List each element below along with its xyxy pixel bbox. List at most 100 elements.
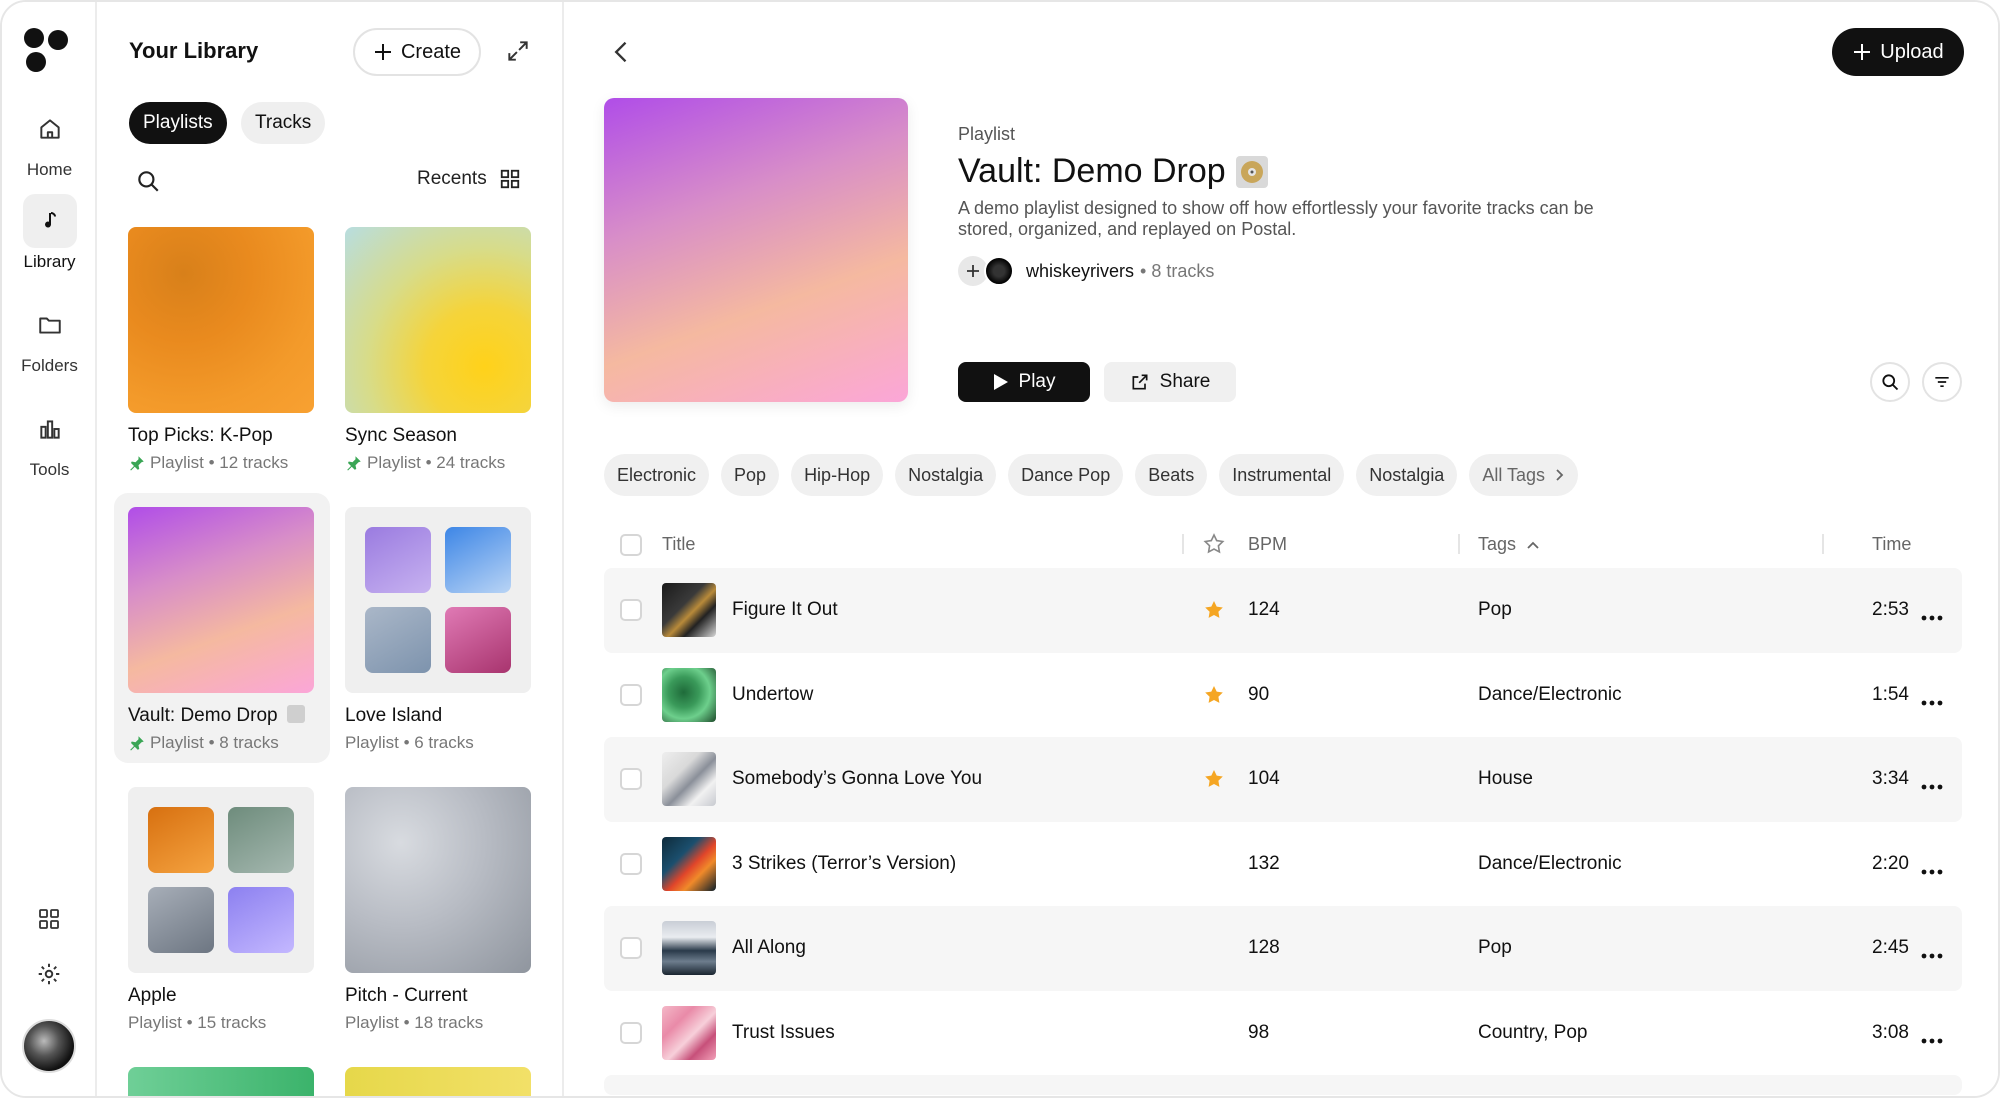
- track-time: 3:08: [1872, 1021, 1909, 1043]
- chevron-right-icon: [1556, 469, 1564, 481]
- more-options-icon[interactable]: [1920, 860, 1948, 874]
- owner-avatar[interactable]: [984, 256, 1014, 286]
- header-bpm[interactable]: BPM: [1248, 534, 1287, 555]
- gear-icon[interactable]: [32, 957, 66, 991]
- filter-button[interactable]: [1922, 362, 1962, 402]
- grid-icon[interactable]: [32, 902, 66, 936]
- tag-hip-hop[interactable]: Hip-Hop: [791, 454, 884, 496]
- row-checkbox[interactable]: [620, 852, 642, 875]
- app-logo[interactable]: [24, 28, 72, 76]
- sort-recents-button[interactable]: Recents: [417, 168, 521, 190]
- playlist-card-love-island[interactable]: Love Island Playlist • 6 tracks: [331, 493, 547, 763]
- more-options-icon[interactable]: [1920, 775, 1948, 790]
- header-time[interactable]: Time: [1872, 534, 1911, 555]
- playlist-owner: whiskeyrivers • 8 tracks: [958, 256, 1214, 286]
- tab-playlists[interactable]: Playlists: [129, 102, 227, 144]
- music-note-icon: [22, 194, 77, 248]
- playlist-meta-text: Playlist • 24 tracks: [367, 453, 506, 472]
- playlist-card-pitch-current[interactable]: Pitch - Current Playlist • 18 tracks: [331, 773, 547, 1043]
- back-chevron-icon[interactable]: [608, 38, 638, 68]
- playlist-meta: Playlist • 15 tracks: [128, 1013, 266, 1033]
- play-button[interactable]: Play: [958, 362, 1090, 402]
- tag-instrumental[interactable]: Instrumental: [1219, 454, 1345, 496]
- playlist-card-vault-demo-drop[interactable]: Vault: Demo Drop Playlist • 8 tracks: [114, 493, 330, 763]
- row-checkbox[interactable]: [620, 768, 642, 790]
- track-bpm: 132: [1248, 852, 1280, 874]
- header-title[interactable]: Title: [662, 534, 695, 555]
- left-rail: Home Library Folders Tools: [2, 2, 97, 1096]
- user-avatar[interactable]: [22, 1019, 76, 1073]
- table-row[interactable]: Figure It Out 124 Pop 2:53: [604, 568, 1962, 653]
- header-tags-label: Tags: [1478, 534, 1517, 554]
- table-row[interactable]: 3 Strikes (Terror’s Version) 132 Dance/E…: [604, 822, 1962, 907]
- playlist-card-partial[interactable]: [128, 1067, 314, 1096]
- rail-item-folders[interactable]: Folders: [2, 298, 97, 376]
- share-button[interactable]: Share: [1104, 362, 1236, 402]
- more-options-icon[interactable]: [1920, 691, 1948, 705]
- row-checkbox[interactable]: [620, 937, 642, 959]
- owner-name[interactable]: whiskeyrivers: [1026, 261, 1134, 282]
- tag-pop[interactable]: Pop: [721, 454, 780, 496]
- rail-label-home: Home: [26, 160, 73, 179]
- track-table: Title BPM Tags Time Figure It Out 124 Po…: [604, 522, 1962, 1095]
- library-panel: Your Library Create Playlists Tracks Rec…: [97, 2, 564, 1096]
- star-filled-icon[interactable]: [1202, 683, 1226, 707]
- column-divider[interactable]: [1182, 534, 1184, 554]
- pin-icon: [130, 456, 144, 471]
- playlist-card-apple[interactable]: Apple Playlist • 15 tracks: [114, 773, 330, 1043]
- table-row[interactable]: Somebody’s Gonna Love You 104 House 3:34: [604, 737, 1962, 822]
- rail-item-home[interactable]: Home: [2, 102, 97, 180]
- table-header: Title BPM Tags Time: [604, 522, 1962, 568]
- track-bpm: 98: [1248, 1021, 1270, 1043]
- header-tags[interactable]: Tags: [1478, 534, 1540, 555]
- all-tags-button[interactable]: All Tags: [1469, 454, 1579, 496]
- library-title: Your Library: [129, 38, 259, 63]
- more-options-icon[interactable]: [1920, 1029, 1948, 1043]
- folder-icon: [23, 298, 77, 352]
- playlist-detail: Upload Playlist Vault: Demo Drop A demo …: [564, 2, 1998, 1096]
- rail-item-tools[interactable]: Tools: [2, 402, 97, 480]
- star-outline-icon[interactable]: [1202, 532, 1226, 561]
- more-options-icon[interactable]: [1920, 606, 1948, 621]
- track-tags: Country, Pop: [1478, 1021, 1588, 1043]
- column-divider[interactable]: [1822, 534, 1824, 554]
- search-icon[interactable]: [135, 168, 161, 194]
- row-checkbox[interactable]: [620, 1021, 642, 1044]
- track-artwork: [662, 752, 716, 806]
- tag-nostalgia-2[interactable]: Nostalgia: [1356, 454, 1458, 496]
- playlist-card-top-picks[interactable]: Top Picks: K-Pop Playlist • 12 tracks: [114, 213, 330, 483]
- expand-icon[interactable]: [505, 38, 533, 66]
- table-row[interactable]: All Along 128 Pop 2:45: [604, 906, 1962, 991]
- playlist-card-partial[interactable]: [345, 1067, 531, 1096]
- disc-icon: [286, 705, 305, 723]
- track-search-button[interactable]: [1870, 362, 1910, 402]
- playlist-meta: Playlist • 12 tracks: [128, 453, 288, 473]
- create-button[interactable]: Create: [353, 28, 481, 76]
- tag-electronic[interactable]: Electronic: [604, 454, 710, 496]
- table-row[interactable]: Trust Issues 98 Country, Pop 3:08: [604, 991, 1962, 1076]
- tag-dance-pop[interactable]: Dance Pop: [1008, 454, 1124, 496]
- star-filled-icon[interactable]: [1202, 767, 1226, 791]
- tag-nostalgia[interactable]: Nostalgia: [895, 454, 997, 496]
- playlist-name: Apple: [128, 985, 177, 1006]
- plus-icon: [967, 265, 979, 277]
- select-all-checkbox[interactable]: [620, 534, 642, 556]
- search-icon: [1882, 374, 1899, 391]
- table-row[interactable]: Undertow 90 Dance/Electronic 1:54: [604, 653, 1962, 738]
- track-bpm: 128: [1248, 937, 1280, 958]
- more-options-icon[interactable]: [1920, 944, 1948, 959]
- column-divider[interactable]: [1458, 534, 1460, 554]
- tag-filter-bar: Electronic Pop Hip-Hop Nostalgia Dance P…: [604, 454, 1579, 496]
- playlist-meta-text: Playlist • 18 tracks: [345, 1013, 484, 1032]
- table-row[interactable]: [604, 1075, 1962, 1095]
- playlist-card-sync-season[interactable]: Sync Season Playlist • 24 tracks: [331, 213, 547, 483]
- row-checkbox[interactable]: [620, 683, 642, 706]
- rail-item-library[interactable]: Library: [2, 194, 97, 272]
- star-filled-icon[interactable]: [1202, 598, 1226, 622]
- upload-button[interactable]: Upload: [1832, 28, 1964, 76]
- tab-tracks[interactable]: Tracks: [241, 102, 326, 144]
- playlist-artwork: [345, 507, 531, 693]
- track-title: Figure It Out: [732, 599, 838, 620]
- row-checkbox[interactable]: [620, 599, 642, 621]
- tag-beats[interactable]: Beats: [1135, 454, 1208, 496]
